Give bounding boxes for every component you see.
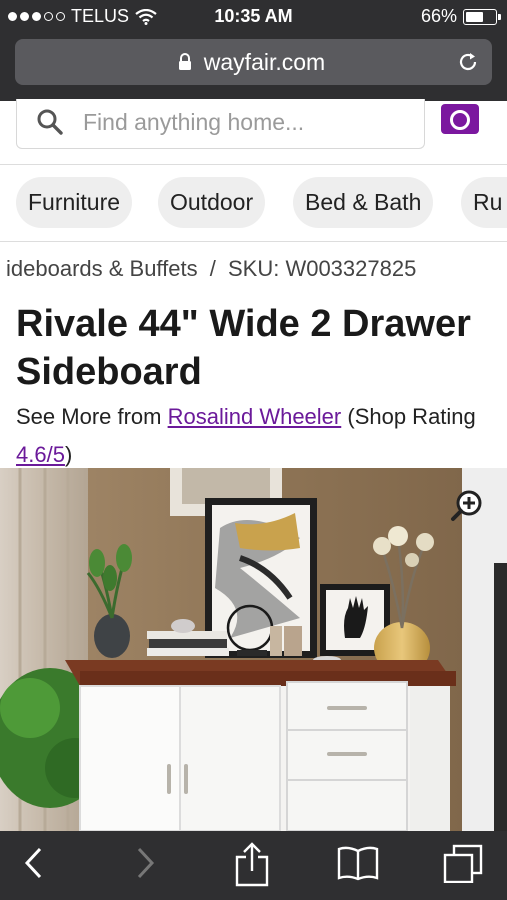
chip-furniture[interactable]: Furniture xyxy=(16,177,133,228)
see-more-text: See More from xyxy=(16,404,168,429)
brand-link[interactable]: Rosalind Wheeler xyxy=(168,404,342,429)
sku-label: SKU: W003327825 xyxy=(227,256,417,281)
browser-chrome: TELUS 10:35 AM 66% wayfair.com xyxy=(0,0,507,101)
brand-line: See More from Rosalind Wheeler (Shop Rat… xyxy=(16,398,501,474)
breadcrumb-separator: / xyxy=(209,256,216,281)
category-chips: Furniture Outdoor Bed & Bath Ru xyxy=(0,165,507,242)
breadcrumb-category[interactable]: ideboards & Buffets xyxy=(6,256,198,281)
back-icon[interactable] xyxy=(22,845,46,881)
browser-toolbar xyxy=(0,831,507,900)
zoom-in-icon[interactable] xyxy=(450,488,486,524)
url-text[interactable]: wayfair.com xyxy=(15,49,492,76)
camera-search-button[interactable] xyxy=(441,102,479,134)
rating-link[interactable]: 4.6/5 xyxy=(16,442,65,467)
breadcrumb: ideboards & Buffets / SKU: W003327825 xyxy=(6,256,416,282)
search-input[interactable]: Find anything home... xyxy=(16,99,425,149)
chip-rugs[interactable]: Ru xyxy=(461,177,507,228)
bookmarks-icon[interactable] xyxy=(336,845,380,881)
shop-rating-text: (Shop Rating xyxy=(341,404,476,429)
status-bar: TELUS 10:35 AM 66% xyxy=(0,0,507,34)
page-title: Rivale 44" Wide 2 Drawer Sideboard xyxy=(16,303,471,393)
shop-rating-close: ) xyxy=(64,442,73,467)
share-icon[interactable] xyxy=(234,841,270,887)
search-icon xyxy=(37,109,63,135)
battery-fill xyxy=(466,11,484,22)
reload-icon[interactable] xyxy=(456,50,480,74)
tabs-icon[interactable] xyxy=(442,843,484,883)
forward-icon[interactable] xyxy=(133,845,157,881)
product-photo xyxy=(0,468,507,831)
status-right: 66% xyxy=(420,6,501,27)
chip-outdoor[interactable]: Outdoor xyxy=(158,177,266,228)
product-image[interactable] xyxy=(0,468,507,831)
battery-icon xyxy=(463,8,501,25)
battery-percent: 66% xyxy=(420,6,457,26)
address-bar[interactable]: wayfair.com xyxy=(15,39,492,85)
camera-icon xyxy=(450,102,470,130)
search-row: Find anything home... xyxy=(0,99,507,165)
chip-bed-bath[interactable]: Bed & Bath xyxy=(293,177,434,228)
search-placeholder: Find anything home... xyxy=(83,109,305,135)
